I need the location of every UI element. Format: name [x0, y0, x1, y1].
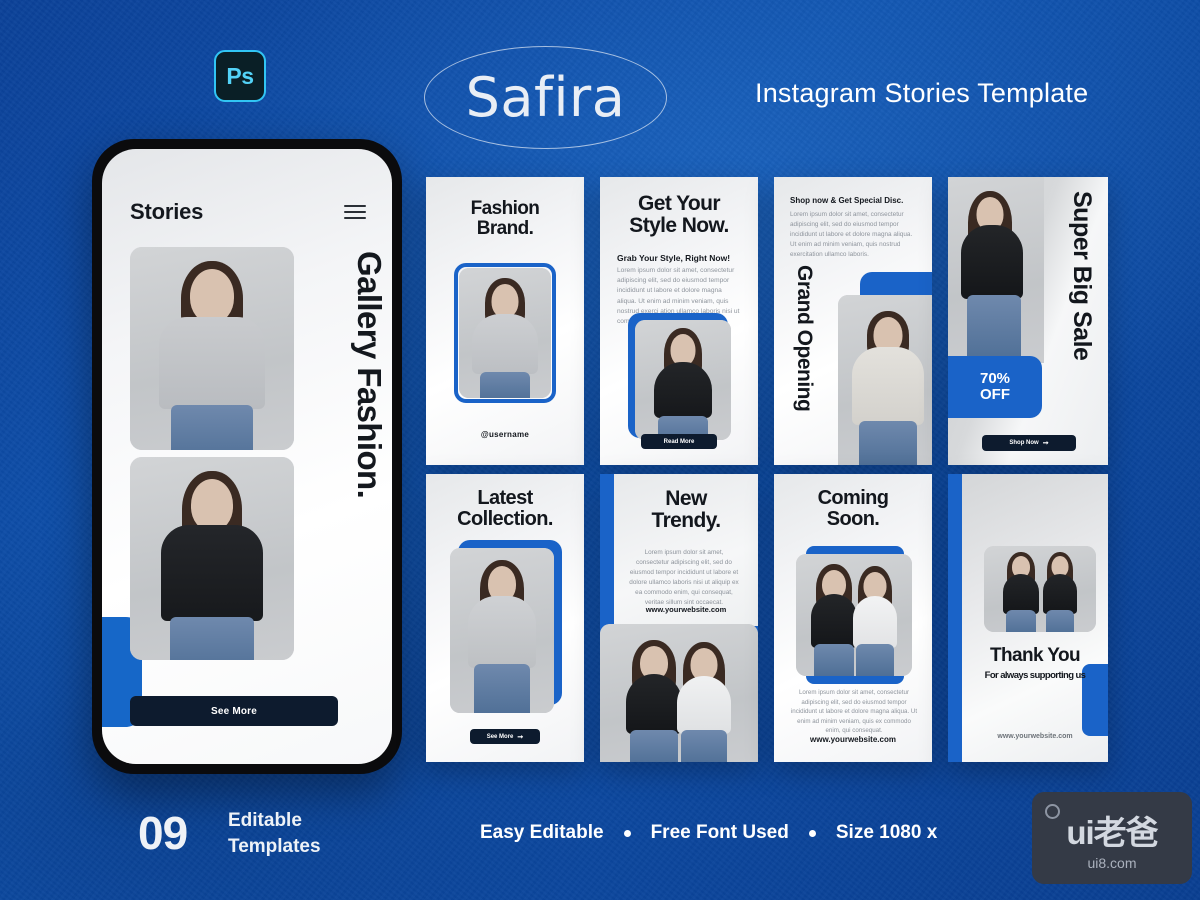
card-title: Thank You: [990, 645, 1081, 666]
discount-badge: 70% OFF: [948, 356, 1042, 418]
hamburger-icon[interactable]: [344, 205, 366, 219]
card-body-text: Lorem ipsum dolor sit amet, consectetur …: [790, 689, 918, 735]
card-website[interactable]: www.yourwebsite.com: [962, 733, 1108, 740]
separator-dot-icon: [623, 829, 631, 837]
feature-easy-editable: Easy Editable: [480, 822, 604, 843]
story-card-get-your-style[interactable]: Get Your Style Now. Grab Your Style, Rig…: [600, 177, 758, 465]
discount-label: OFF: [980, 386, 1010, 403]
model-figure: [130, 457, 294, 660]
story-card-grand-opening[interactable]: Shop now & Get Special Disc. Lorem ipsum…: [774, 177, 932, 465]
story-card-latest-collection[interactable]: Latest Collection. See More ➞: [426, 474, 584, 762]
template-count-label-line2: Templates: [228, 835, 321, 857]
separator-dot-icon: [808, 829, 816, 837]
template-count-label: Editable Templates: [228, 808, 321, 859]
card-vertical-title: Super Big Sale: [1068, 191, 1096, 361]
phone-see-more-label: See More: [210, 705, 258, 717]
card-photo: [635, 320, 731, 440]
card-see-more-button[interactable]: See More ➞: [470, 729, 540, 744]
card-see-more-label: See More: [486, 733, 514, 740]
watermark-badge: ui老爸 ui8.com: [1032, 792, 1192, 884]
card-username: @username: [480, 430, 530, 439]
watermark-main-text: ui老爸: [1066, 813, 1158, 851]
model-figure-pair: [600, 624, 758, 762]
arrow-right-icon: ➞: [1042, 440, 1049, 447]
card-subtitle: For always supporting us: [984, 670, 1086, 681]
card-subtitle: Grab Your Style, Right Now!: [617, 253, 731, 263]
phone-header: Stories: [130, 199, 366, 225]
card-shop-now-label: Shop Now: [1009, 440, 1039, 446]
discount-value: 70%: [979, 369, 1011, 387]
photoshop-icon-label: Ps: [226, 62, 254, 89]
brand-logo-text: Safira: [465, 66, 626, 129]
phone-vertical-title: Gallery Fashion.: [351, 251, 388, 499]
story-card-coming-soon[interactable]: Coming Soon. Lorem ipsum dolor sit amet,…: [774, 474, 932, 762]
card-shop-now-button[interactable]: Shop Now ➞: [982, 435, 1076, 451]
card-body-text: Lorem ipsum dolor sit amet, consectetur …: [629, 549, 739, 606]
phone-photo-bottom: [130, 457, 294, 660]
card-photo: [450, 548, 554, 713]
arrow-right-icon: ➞: [517, 733, 524, 741]
card-title: Fashion Brand.: [470, 198, 540, 240]
template-count: 09: [138, 807, 188, 859]
model-figure-pair: [984, 546, 1096, 632]
card-photo: [948, 177, 1044, 363]
card-photo: [838, 295, 932, 465]
card-website[interactable]: www.yourwebsite.com: [614, 605, 758, 614]
feature-free-font: Free Font Used: [650, 822, 789, 843]
phone-screen: Stories Gallery Fashion. See More: [102, 149, 392, 764]
model-figure: [948, 177, 1044, 363]
watermark-sub-text: ui8.com: [1087, 854, 1137, 871]
phone-mockup: Stories Gallery Fashion. See More: [92, 139, 402, 774]
template-count-label-line1: Editable: [228, 810, 302, 831]
card-title: Get Your Style Now.: [629, 192, 729, 238]
model-figure-pair: [796, 554, 912, 676]
card-title: Latest Collection.: [457, 487, 553, 531]
card-photo: [600, 624, 758, 762]
card-photo: [459, 268, 551, 398]
card-website[interactable]: www.yourwebsite.com: [774, 735, 932, 744]
model-figure: [130, 247, 294, 450]
card-read-more-label: Read More: [663, 438, 695, 445]
model-figure: [459, 268, 551, 398]
phone-see-more-button[interactable]: See More: [130, 696, 338, 726]
story-card-thank-you[interactable]: Thank You For always supporting us www.y…: [948, 474, 1108, 762]
logo-ellipse: Safira: [424, 46, 667, 149]
card-heading: Shop now & Get Special Disc.: [790, 196, 904, 205]
footer-features: Easy Editable Free Font Used Size 1080 x: [480, 822, 937, 844]
card-read-more-button[interactable]: Read More: [641, 434, 717, 449]
card-title: New Trendy.: [651, 487, 722, 533]
model-figure: [838, 295, 932, 465]
story-card-super-big-sale[interactable]: 70% OFF Super Big Sale Shop Now ➞: [948, 177, 1108, 465]
feature-size: Size 1080 x: [835, 822, 938, 843]
phone-photo-top: [130, 247, 294, 450]
card-photo: [796, 554, 912, 676]
model-figure: [450, 548, 554, 713]
model-figure: [635, 320, 731, 440]
phone-title: Stories: [130, 199, 204, 224]
photoshop-icon: Ps: [214, 50, 266, 102]
story-card-fashion-brand[interactable]: Fashion Brand. @username: [426, 177, 584, 465]
card-vertical-title: Grand Opening: [793, 265, 816, 412]
page-tagline: Instagram Stories Template: [755, 78, 1089, 108]
watermark-ring-icon: [1045, 804, 1060, 819]
story-card-new-trendy[interactable]: New Trendy. Lorem ipsum dolor sit amet, …: [600, 474, 758, 762]
card-body-text: Lorem ipsum dolor sit amet, consectetur …: [790, 211, 913, 258]
card-title: Coming Soon.: [817, 487, 889, 531]
card-photo: [984, 546, 1096, 632]
